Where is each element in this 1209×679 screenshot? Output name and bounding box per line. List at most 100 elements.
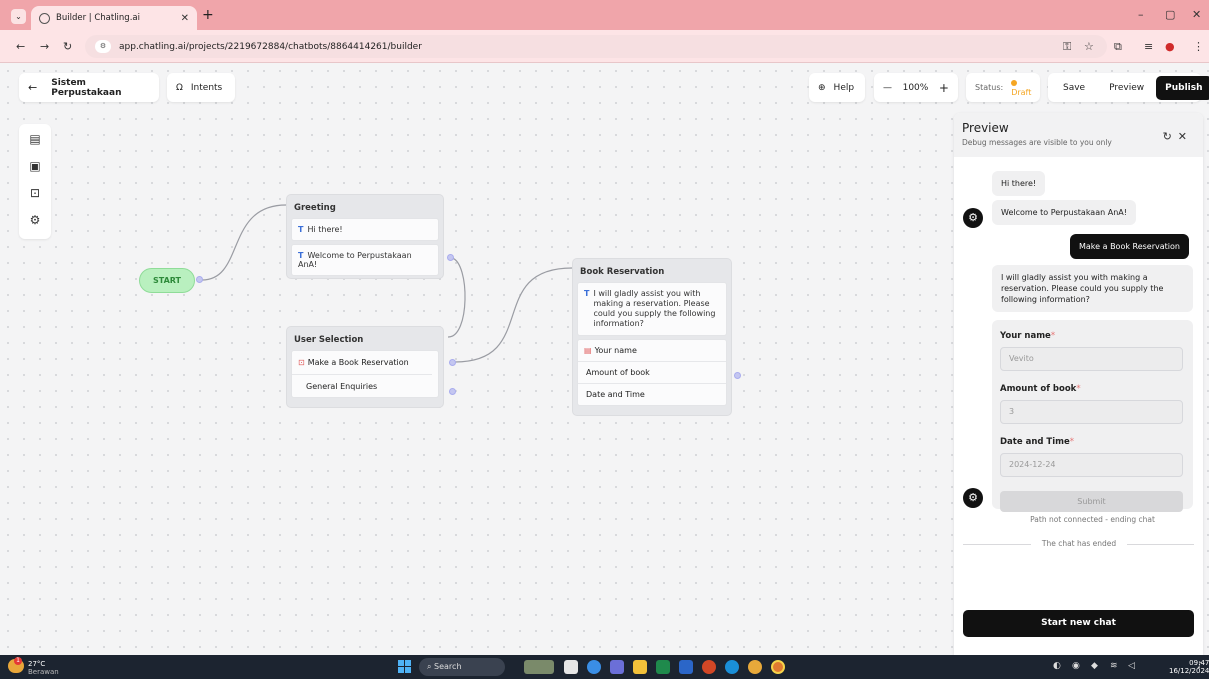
- text-type-icon: T: [584, 289, 590, 298]
- reload-icon[interactable]: ↻: [63, 40, 72, 53]
- clock-date: 16/12/2024: [1169, 667, 1209, 675]
- new-tab-button[interactable]: +: [202, 7, 214, 23]
- taskbar-search[interactable]: ⌕ Search: [419, 658, 505, 676]
- close-window-button[interactable]: ✕: [1192, 8, 1201, 21]
- field-date-and-time[interactable]: Date and Time: [578, 384, 726, 405]
- reservation-output-port[interactable]: [734, 372, 741, 379]
- name-input[interactable]: Vevito: [1000, 347, 1183, 371]
- greeting-output-port[interactable]: [447, 254, 454, 261]
- search-icon: ⌕: [427, 662, 432, 671]
- task-view-icon[interactable]: [564, 660, 578, 674]
- name-field-label: Your name*: [1000, 331, 1056, 341]
- file-explorer-icon[interactable]: [633, 660, 647, 674]
- field-your-name[interactable]: ▤ Your name: [578, 340, 726, 362]
- chat-reservation-form: Your name* Vevito Amount of book* 3 Date…: [992, 320, 1193, 512]
- chatling-favicon-icon: [39, 12, 50, 24]
- extensions-icon[interactable]: ⧉: [1114, 40, 1122, 54]
- url-field[interactable]: ⚙ app.chatling.ai/projects/2219672884/ch…: [85, 35, 1107, 58]
- form-type-icon: ▤: [584, 346, 592, 355]
- system-clock[interactable]: 09:47 16/12/2024: [1169, 659, 1209, 675]
- site-info-icon[interactable]: ⚙: [95, 40, 111, 53]
- option-1-output-port[interactable]: [449, 359, 456, 366]
- browser-addressbar: ← → ↻ ⚙ app.chatling.ai/projects/2219672…: [0, 30, 1209, 63]
- option-make-reservation[interactable]: ⊡ Make a Book Reservation: [292, 351, 432, 375]
- user-selection-node-title: User Selection: [294, 335, 364, 345]
- teams-icon[interactable]: [610, 660, 624, 674]
- book-reservation-node[interactable]: Book Reservation TI will gladly assist y…: [572, 258, 732, 416]
- browser-menu-icon[interactable]: ⋮: [1193, 40, 1204, 53]
- wifi-icon[interactable]: ≋: [1110, 661, 1118, 671]
- tab-title: Builder | Chatling.ai: [56, 13, 140, 23]
- powerpoint-icon[interactable]: [702, 660, 716, 674]
- chrome-icon[interactable]: [748, 660, 762, 674]
- greeting-node-title: Greeting: [294, 203, 336, 213]
- start-new-chat-button[interactable]: Start new chat: [963, 610, 1194, 637]
- reservation-form-fields: ▤ Your name Amount of book Date and Time: [577, 339, 727, 406]
- temperature: 27°C: [28, 660, 46, 668]
- reservation-message[interactable]: TI will gladly assist you with making a …: [577, 282, 727, 336]
- amount-input[interactable]: 3: [1000, 400, 1183, 424]
- path-not-connected-note: Path not connected - ending chat: [1030, 515, 1155, 524]
- tray-teams-icon[interactable]: ◉: [1072, 661, 1080, 671]
- book-reservation-node-title: Book Reservation: [580, 267, 665, 277]
- option-2-output-port[interactable]: [449, 388, 456, 395]
- password-key-icon[interactable]: ⚿: [1063, 40, 1071, 54]
- widgets-icon[interactable]: [524, 660, 554, 674]
- weather-condition: Berawan: [28, 668, 59, 676]
- minimize-button[interactable]: –: [1138, 8, 1144, 21]
- greeting-message-1[interactable]: T Hi there!: [291, 218, 439, 241]
- bot-avatar-icon: ⚙: [963, 208, 983, 228]
- copilot-icon[interactable]: [587, 660, 601, 674]
- text-type-icon: T: [298, 251, 304, 260]
- tab-close-icon[interactable]: ✕: [181, 13, 189, 24]
- bot-message: Hi there!: [992, 171, 1046, 196]
- button-type-icon: ⊡: [298, 358, 305, 367]
- chat-ended-note: The chat has ended: [1041, 539, 1117, 548]
- date-input[interactable]: 2024-12-24: [1000, 453, 1183, 477]
- tray-app-icon[interactable]: ◐: [1053, 661, 1061, 671]
- text-type-icon: T: [298, 225, 304, 234]
- reading-list-icon[interactable]: ≡: [1144, 40, 1153, 53]
- weather-widget[interactable]: 27°C Berawan: [28, 660, 59, 676]
- greeting-message-2[interactable]: T Welcome to Perpustakaan AnA!: [291, 244, 439, 276]
- tray-shield-icon[interactable]: ◆: [1091, 661, 1098, 671]
- divider-left: [963, 544, 1031, 545]
- back-icon[interactable]: ←: [16, 40, 25, 53]
- bot-avatar-icon: ⚙: [963, 488, 983, 508]
- user-selection-options: ⊡ Make a Book Reservation General Enquiri…: [291, 350, 439, 398]
- preview-title: Preview: [962, 121, 1009, 135]
- word-icon[interactable]: [679, 660, 693, 674]
- windows-start-icon[interactable]: [398, 660, 412, 674]
- tab-list-button[interactable]: ⌄: [11, 9, 26, 24]
- connector-selection-reservation: [454, 267, 573, 363]
- notification-bell-icon[interactable]: ♪: [1197, 661, 1203, 671]
- profile-avatar-icon[interactable]: ●: [1165, 40, 1175, 53]
- restore-button[interactable]: ▢: [1165, 8, 1175, 21]
- speaker-icon[interactable]: ◁: [1128, 661, 1135, 671]
- excel-icon[interactable]: [656, 660, 670, 674]
- bookmark-star-icon[interactable]: ☆: [1084, 40, 1094, 53]
- windows-taskbar: 1 27°C Berawan ⌕ Search ◐ ◉ ◆ ≋ ◁ 09:47 …: [0, 655, 1209, 679]
- amount-field-label: Amount of book*: [1000, 384, 1081, 394]
- close-preview-icon[interactable]: ✕: [1178, 130, 1193, 143]
- start-output-port[interactable]: [196, 276, 203, 283]
- url-text: app.chatling.ai/projects/2219672884/chat…: [119, 41, 422, 52]
- connector-greeting-selection: [447, 257, 466, 338]
- preview-header-actions: ↻✕: [1163, 130, 1193, 143]
- bot-message: Welcome to Perpustakaan AnA!: [992, 200, 1136, 225]
- user-selection-node[interactable]: User Selection ⊡ Make a Book Reservation …: [286, 326, 444, 408]
- field-amount-of-book[interactable]: Amount of book: [578, 362, 726, 384]
- chrome-active-icon[interactable]: [771, 660, 785, 674]
- edge-icon[interactable]: [725, 660, 739, 674]
- submit-button[interactable]: Submit: [1000, 491, 1183, 512]
- greeting-node[interactable]: Greeting T Hi there! T Welcome to Perpusta…: [286, 194, 444, 279]
- browser-tabbar: ⌄ Builder | Chatling.ai ✕ + – ▢ ✕: [0, 0, 1209, 30]
- user-message: Make a Book Reservation: [1070, 234, 1189, 259]
- restart-icon[interactable]: ↻: [1163, 130, 1178, 143]
- forward-icon[interactable]: →: [40, 40, 49, 53]
- option-general-enquiries[interactable]: General Enquiries: [292, 375, 438, 397]
- start-node[interactable]: START: [139, 268, 195, 293]
- browser-tab[interactable]: Builder | Chatling.ai ✕: [31, 6, 197, 30]
- preview-header: Preview Debug messages are visible to yo…: [954, 113, 1203, 157]
- divider-right: [1127, 544, 1194, 545]
